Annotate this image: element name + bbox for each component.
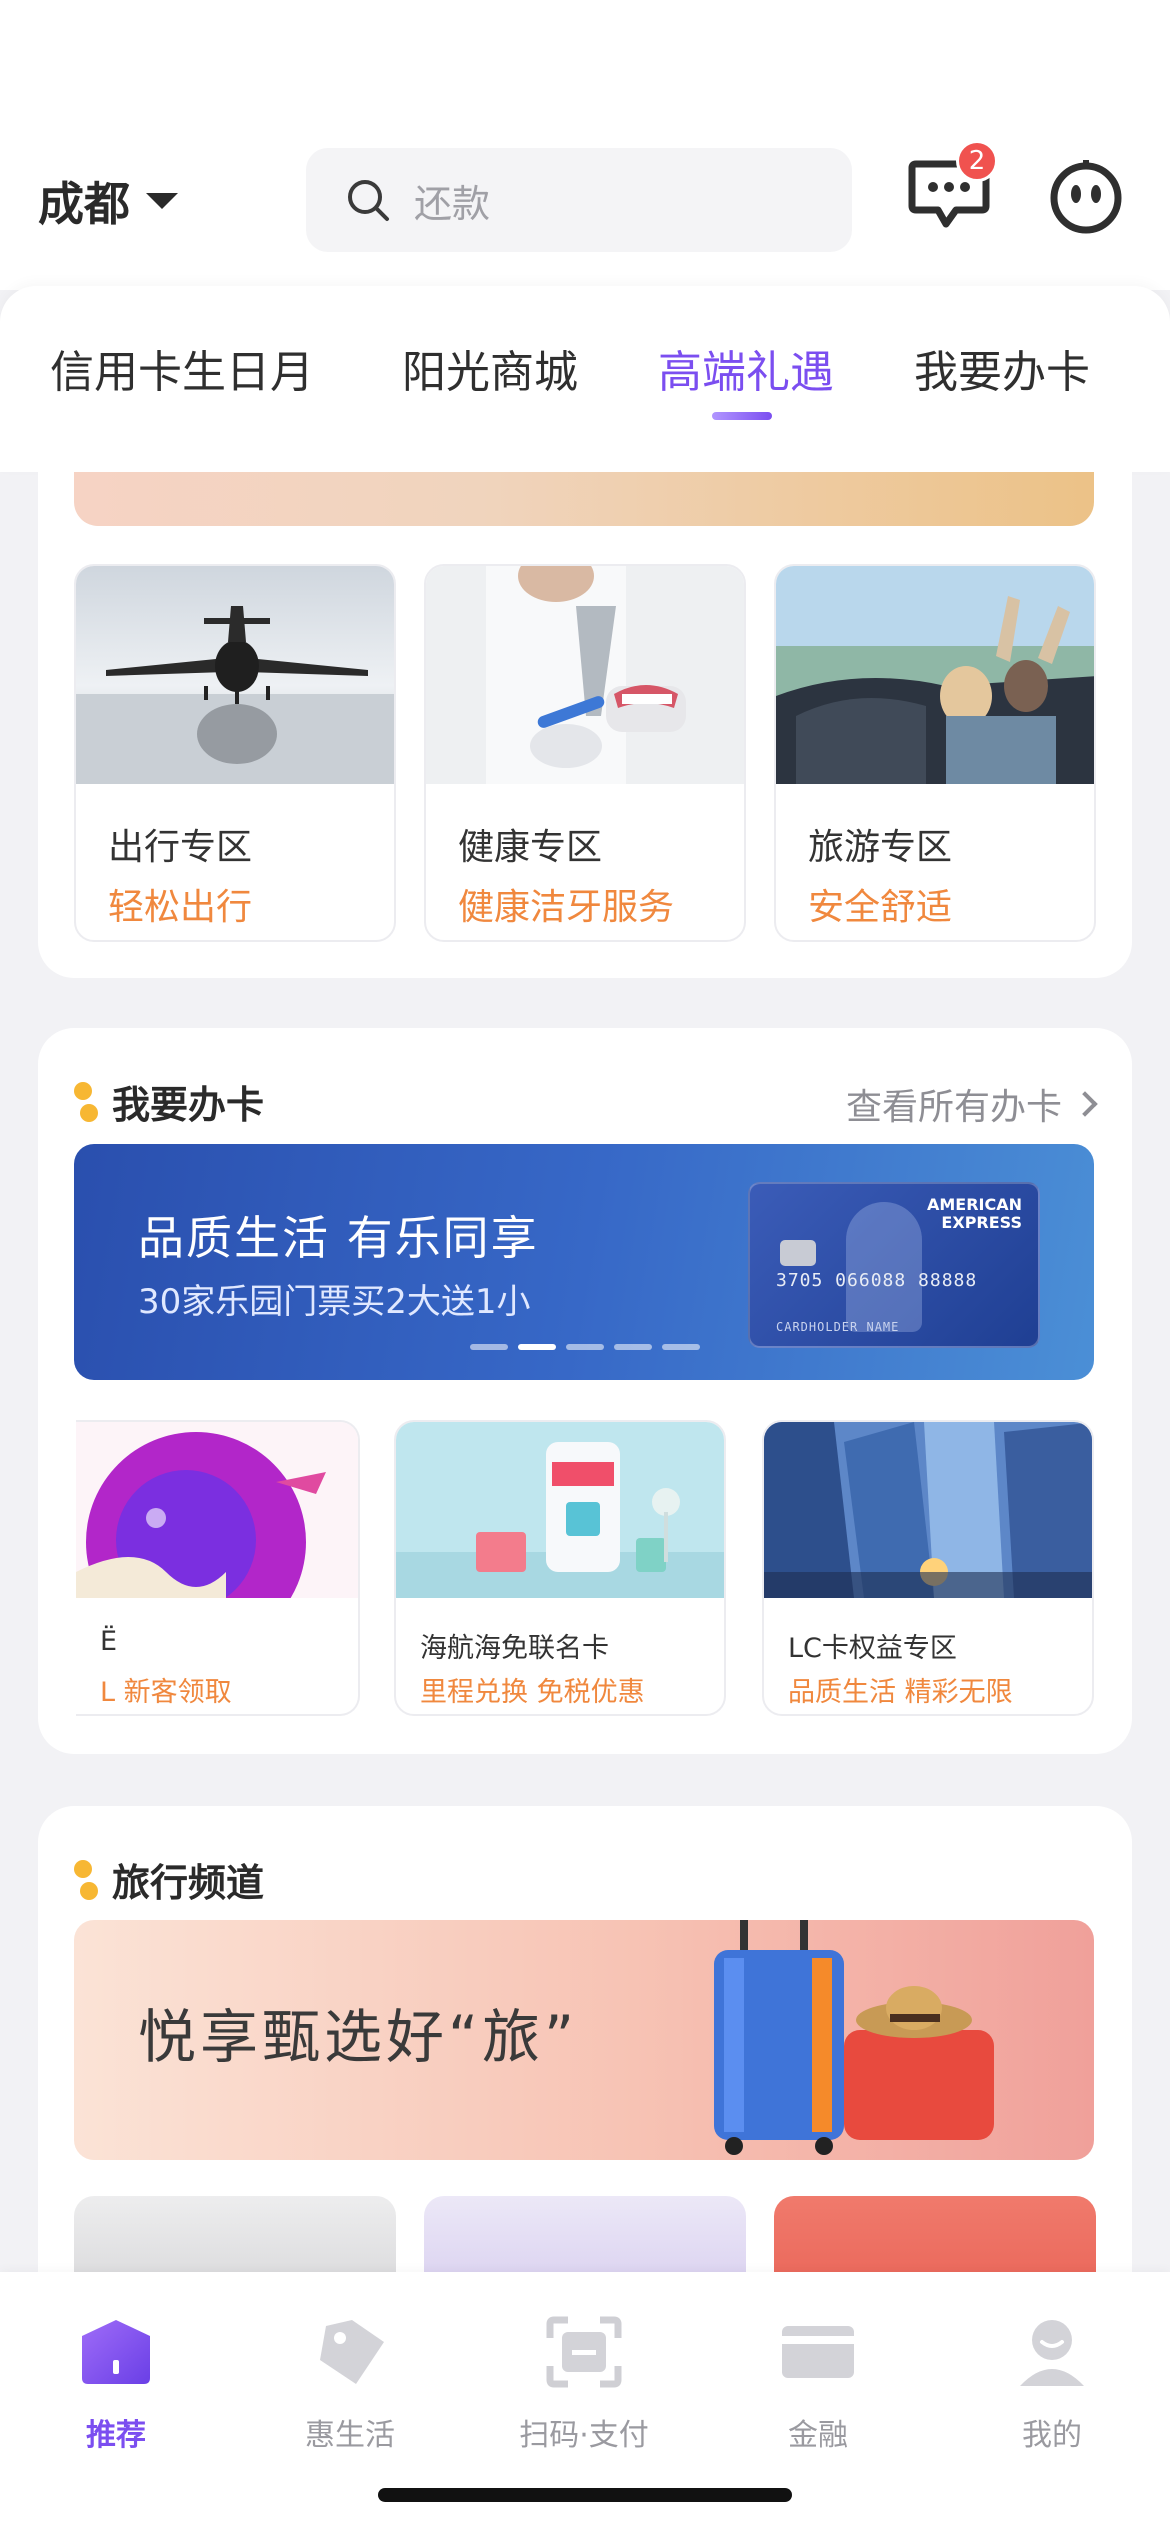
active-tab-indicator [712,412,772,420]
carousel-dots [470,1344,700,1350]
nav-finance[interactable]: 金融 [738,2316,898,2454]
zone-subtitle: 健康洁牙服务 [458,887,675,928]
travel-banner-text: 悦享甄选好“旅” [138,2003,579,2071]
premium-zones-section: 出行专区 轻松出行 健康专区 健康洁牙服务 旅游专区 安全舒适 [38,472,1132,978]
tab-birthday-month[interactable]: 信用卡生日月 [50,336,314,400]
card-offer-item[interactable]: LC卡权益专区 品质生活 精彩无限 [762,1420,1094,1716]
gift-ribbon-image [76,1422,358,1598]
nav-label: 我的 [1022,2418,1082,2453]
section-marker-icon [74,1859,98,1900]
zone-title: 旅游专区 [808,827,953,868]
promo-banner-edge[interactable] [74,472,1094,526]
section-title: 我要办卡 [112,1083,265,1127]
apply-card-section: 我要办卡 查看所有办卡 品质生活 有乐同享 30家乐园门票买2大送1小 AMER… [38,1028,1132,1754]
zone-title: 出行专区 [108,827,253,868]
profile-icon [1014,2316,1090,2388]
zone-title: 健康专区 [458,827,603,868]
banner-headline: 品质生活 有乐同享 [138,1211,539,1265]
zone-subtitle: 轻松出行 [108,887,253,928]
private-jet-image [76,566,394,784]
section-header: 我要办卡 [74,1074,264,1129]
home-indicator [378,2488,792,2502]
top-header: 成都 还款 2 [0,0,1170,290]
carousel-dot [566,1344,604,1350]
card-brand: AMERICAN EXPRESS [926,1195,1022,1232]
travel-banner[interactable]: 悦享甄选好“旅” [74,1920,1094,2160]
city-label: 成都 [38,177,130,231]
convertible-car-image [776,566,1094,784]
card-icon [780,2316,856,2388]
nav-label: 惠生活 [305,2418,395,2453]
category-tabs: 信用卡生日月 阳光商城 高端礼遇 我要办卡 [0,286,1170,472]
banner-subline: 30家乐园门票买2大送1小 [138,1282,531,1322]
offer-title: LC卡权益专区 [788,1633,957,1664]
home-icon [78,2316,154,2388]
nav-recommend[interactable]: 推荐 [36,2316,196,2454]
offer-title: Ë [100,1626,118,1657]
carousel-dot [470,1344,508,1350]
dental-model-image [426,566,744,784]
skyscrapers-image [764,1422,1092,1598]
search-bar[interactable]: 还款 [306,148,852,252]
tag-icon [312,2316,388,2388]
nav-scan-pay[interactable]: 扫码·支付 [504,2316,664,2454]
card-number: 3705 066088 88888 [776,1270,978,1291]
tab-sunshine-mall[interactable]: 阳光商城 [402,336,578,400]
tab-apply-card[interactable]: 我要办卡 [914,336,1090,400]
assistant-icon[interactable] [1046,156,1126,236]
travel-channel-section: 旅行频道 悦享甄选好“旅” [38,1806,1132,2296]
amex-card-image: AMERICAN EXPRESS 3705 066088 88888 CARDH… [748,1182,1040,1348]
luggage-image [714,1920,994,2155]
offer-title: 海航海免联名卡 [420,1633,609,1664]
nav-label: 扫码·支付 [519,2418,649,2453]
scan-icon [546,2316,622,2388]
offer-subtitle: L 新客领取 [100,1677,232,1708]
see-all-label: 查看所有办卡 [845,1087,1062,1128]
nav-label: 金融 [788,2418,848,2453]
card-chip [780,1240,816,1266]
search-icon [344,176,392,224]
card-promo-banner[interactable]: 品质生活 有乐同享 30家乐园门票买2大送1小 AMERICAN EXPRESS… [74,1144,1094,1380]
carousel-dot [614,1344,652,1350]
message-badge: 2 [956,140,998,182]
caret-down-icon [146,193,178,209]
card-holder: CARDHOLDER NAME [776,1320,900,1334]
chevron-right-icon [1072,1091,1098,1117]
section-marker-icon [74,1081,98,1122]
section-title: 旅行频道 [112,1861,265,1905]
offer-subtitle: 里程兑换 免税优惠 [420,1677,645,1708]
nav-label: 推荐 [86,2418,146,2453]
nav-mine[interactable]: 我的 [972,2316,1132,2454]
zone-subtitle: 安全舒适 [808,887,953,928]
zone-card-tourism[interactable]: 旅游专区 安全舒适 [774,564,1096,942]
card-offer-item[interactable]: 海航海免联名卡 里程兑换 免税优惠 [394,1420,726,1716]
shopping-phone-image [396,1422,724,1598]
see-all-cards-link[interactable]: 查看所有办卡 [845,1078,1098,1130]
section-header: 旅行频道 [74,1852,264,1907]
nav-life[interactable]: 惠生活 [270,2316,430,2454]
carousel-dot [662,1344,700,1350]
card-offer-item[interactable]: Ë L 新客领取 [76,1420,360,1716]
carousel-dot-active [518,1344,556,1350]
offer-subtitle: 品质生活 精彩无限 [788,1677,1013,1708]
search-placeholder: 还款 [414,181,491,226]
zone-card-travel[interactable]: 出行专区 轻松出行 [74,564,396,942]
city-selector[interactable]: 成都 [38,168,178,234]
tab-premium-privileges[interactable]: 高端礼遇 [658,336,834,400]
zone-card-health[interactable]: 健康专区 健康洁牙服务 [424,564,746,942]
